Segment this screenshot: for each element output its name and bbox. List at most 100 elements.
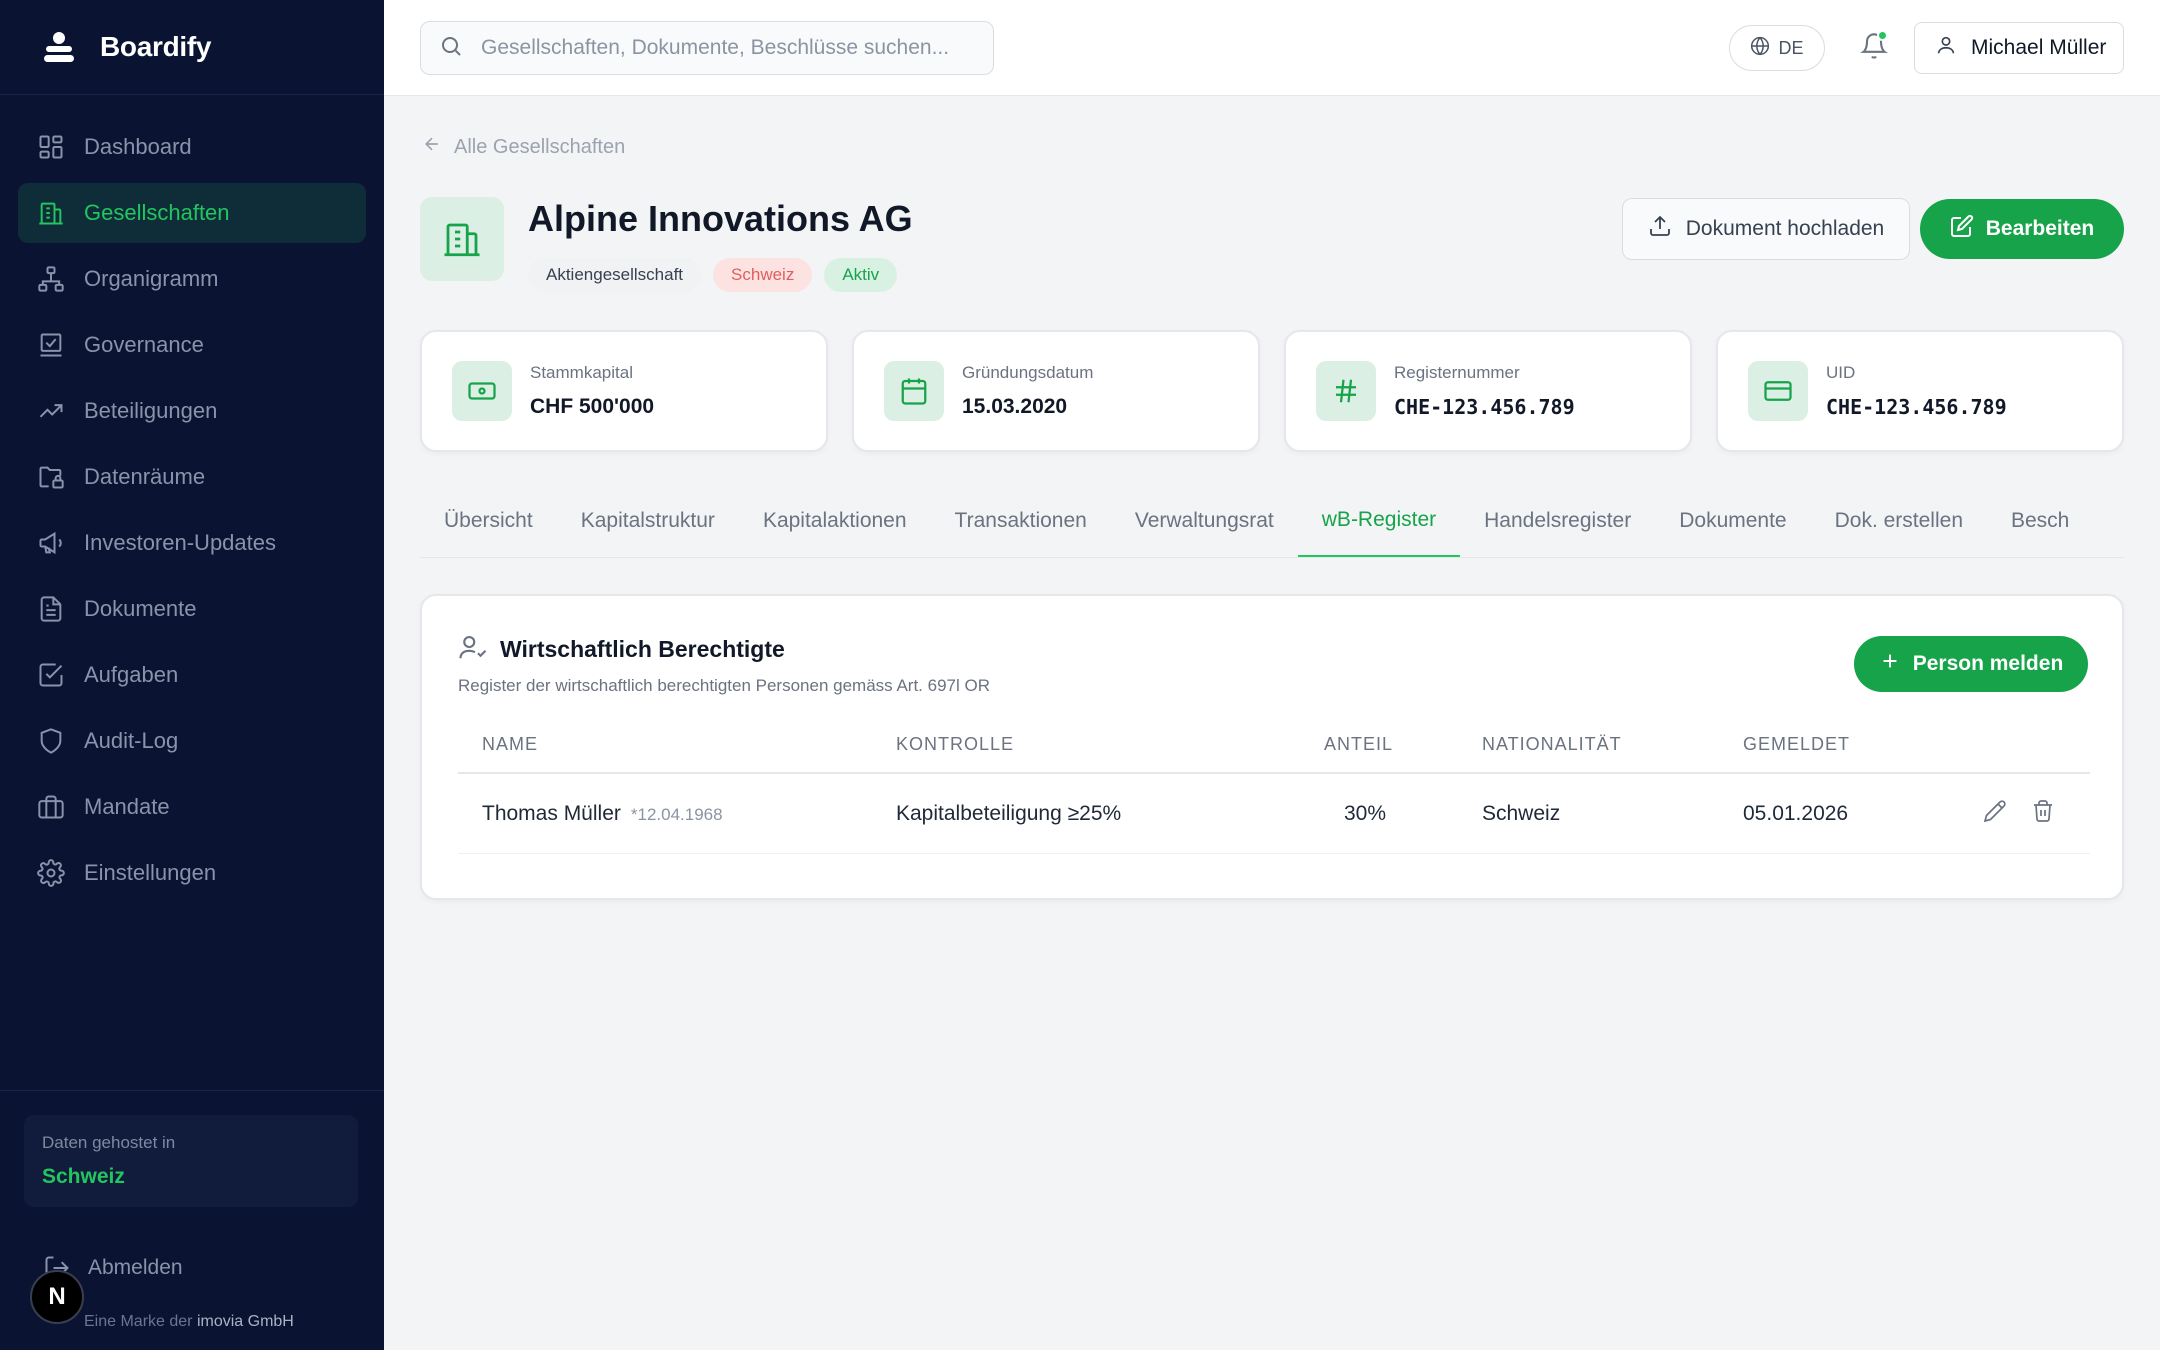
- stat-label: Registernummer: [1394, 363, 1520, 382]
- stat-value: CHE-123.456.789: [1394, 395, 1575, 419]
- edit-icon: [1950, 214, 1974, 244]
- trending-up-icon: [34, 394, 68, 428]
- person-name: Thomas Müller: [482, 802, 621, 825]
- sidebar-item-governance[interactable]: Governance: [18, 315, 366, 375]
- card-title: Wirtschaftlich Berechtigte: [500, 636, 785, 662]
- search-input[interactable]: [481, 36, 961, 60]
- stat-label: Gründungsdatum: [962, 363, 1094, 382]
- hosting-value: Schweiz: [42, 1165, 125, 1188]
- notification-dot: [1877, 30, 1888, 41]
- org-chart-icon: [34, 262, 68, 296]
- tab-verwaltungsrat[interactable]: Verwaltungsrat: [1111, 496, 1298, 557]
- document-icon: [34, 592, 68, 626]
- hosting-label: Daten gehostet in: [42, 1133, 176, 1152]
- back-link[interactable]: Alle Gesellschaften: [422, 134, 625, 160]
- table-row[interactable]: Thomas Müller *12.04.1968 Kapitalbeteilig…: [458, 774, 2090, 854]
- cash-icon: [452, 361, 512, 421]
- sidebar-item-label: Audit-Log: [84, 728, 179, 753]
- sidebar-nav: Dashboard Gesellschaften Organigramm Gov…: [0, 95, 384, 903]
- stat-value: CHE-123.456.789: [1826, 395, 2007, 419]
- cell-nationality: Schweiz: [1482, 802, 1561, 825]
- cell-name: Thomas Müller *12.04.1968: [482, 802, 723, 826]
- tab-dok-erstellen[interactable]: Dok. erstellen: [1811, 496, 1987, 557]
- main-content: Alle Gesellschaften Alpine Innovations A…: [384, 96, 2160, 1350]
- notifications-button[interactable]: [1854, 28, 1894, 68]
- checkbox-icon: [34, 658, 68, 692]
- tab-uebersicht[interactable]: Übersicht: [420, 496, 557, 557]
- gear-icon: [34, 856, 68, 890]
- column-header-control[interactable]: KONTROLLE: [896, 734, 1014, 755]
- company-tabs: Übersicht Kapitalstruktur Kapitalaktione…: [420, 496, 2124, 558]
- sidebar-item-aufgaben[interactable]: Aufgaben: [18, 645, 366, 705]
- governance-icon: [34, 328, 68, 362]
- sidebar-item-audit-log[interactable]: Audit-Log: [18, 711, 366, 771]
- company-building-icon: [420, 197, 504, 281]
- card-icon: [1748, 361, 1808, 421]
- stat-value: CHF 500'000: [530, 395, 655, 418]
- boardify-logo-icon: [40, 28, 78, 66]
- sidebar-item-label: Dashboard: [84, 134, 192, 159]
- language-switcher[interactable]: DE: [1729, 25, 1825, 71]
- tab-transaktionen[interactable]: Transaktionen: [931, 496, 1111, 557]
- search-box: [420, 21, 994, 75]
- legal-form-badge: Aktiengesellschaft: [528, 258, 702, 292]
- sidebar-item-label: Mandate: [84, 794, 170, 819]
- sidebar-item-label: Aufgaben: [84, 662, 179, 687]
- add-person-button[interactable]: Person melden: [1854, 636, 2088, 692]
- sidebar-item-beteiligungen[interactable]: Beteiligungen: [18, 381, 366, 441]
- page-title: Alpine Innovations AG: [528, 198, 913, 239]
- stat-label: Stammkapital: [530, 363, 633, 382]
- tab-dokumente[interactable]: Dokumente: [1655, 496, 1810, 557]
- upload-document-label: Dokument hochladen: [1685, 217, 1885, 240]
- brand-note-company[interactable]: imovia GmbH: [197, 1313, 294, 1330]
- sidebar-item-investoren-updates[interactable]: Investoren-Updates: [18, 513, 366, 573]
- topbar: DE Michael Müller: [384, 0, 2160, 96]
- hosting-info: Daten gehostet in Schweiz: [24, 1115, 358, 1207]
- sidebar-item-label: Gesellschaften: [84, 200, 230, 225]
- column-header-reported[interactable]: GEMELDET: [1743, 734, 1850, 755]
- logout-label: Abmelden: [88, 1256, 183, 1279]
- folder-lock-icon: [34, 460, 68, 494]
- tab-kapitalstruktur[interactable]: Kapitalstruktur: [557, 496, 739, 557]
- user-menu-button[interactable]: Michael Müller: [1914, 22, 2124, 74]
- edit-row-button[interactable]: [1980, 798, 2010, 828]
- cell-control: Kapitalbeteiligung ≥25%: [896, 802, 1122, 825]
- cell-reported: 05.01.2026: [1743, 802, 1849, 825]
- cell-share: 30%: [1343, 802, 1386, 825]
- dashboard-icon: [34, 130, 68, 164]
- sidebar-item-label: Governance: [84, 332, 204, 357]
- sidebar-item-mandate[interactable]: Mandate: [18, 777, 366, 837]
- search-icon: [439, 34, 463, 63]
- table-header: NAME KONTROLLE ANTEIL NATIONALITÄT GEMEL…: [458, 724, 2090, 774]
- sidebar-item-einstellungen[interactable]: Einstellungen: [18, 843, 366, 903]
- sidebar-item-label: Einstellungen: [84, 860, 217, 885]
- sidebar-item-label: Investoren-Updates: [84, 530, 276, 555]
- stat-value: 15.03.2020: [962, 395, 1068, 418]
- upload-icon: [1648, 214, 1672, 244]
- trash-icon: [2031, 799, 2055, 828]
- upload-document-button[interactable]: Dokument hochladen: [1622, 198, 1910, 260]
- sidebar: Boardify Dashboard Gesellschaften Organi…: [0, 0, 384, 1350]
- column-header-name[interactable]: NAME: [482, 734, 538, 755]
- tab-wb-register[interactable]: wB-Register: [1297, 496, 1461, 557]
- sidebar-item-organigramm[interactable]: Organigramm: [18, 249, 366, 309]
- sidebar-item-datenraeume[interactable]: Datenräume: [18, 447, 366, 507]
- tab-kapitalaktionen[interactable]: Kapitalaktionen: [739, 496, 931, 557]
- edit-button[interactable]: Bearbeiten: [1920, 199, 2124, 259]
- plus-icon: [1879, 650, 1901, 678]
- delete-row-button[interactable]: [2028, 798, 2058, 828]
- sidebar-item-dokumente[interactable]: Dokumente: [18, 579, 366, 639]
- brand-note-prefix: Eine Marke der: [84, 1313, 193, 1330]
- tab-handelsregister[interactable]: Handelsregister: [1460, 496, 1655, 557]
- tab-beschluesse[interactable]: Besch: [1987, 496, 2093, 557]
- dev-badge[interactable]: N: [30, 1270, 84, 1324]
- column-header-nationality[interactable]: NATIONALITÄT: [1482, 734, 1622, 755]
- app-name: Boardify: [100, 31, 212, 62]
- brand[interactable]: Boardify: [0, 0, 384, 95]
- sidebar-item-gesellschaften[interactable]: Gesellschaften: [18, 183, 366, 243]
- building-icon: [34, 196, 68, 230]
- column-header-share[interactable]: ANTEIL: [1324, 734, 1393, 755]
- sidebar-item-dashboard[interactable]: Dashboard: [18, 117, 366, 177]
- brand-note: Eine Marke der imovia GmbH: [84, 1313, 294, 1331]
- megaphone-icon: [34, 526, 68, 560]
